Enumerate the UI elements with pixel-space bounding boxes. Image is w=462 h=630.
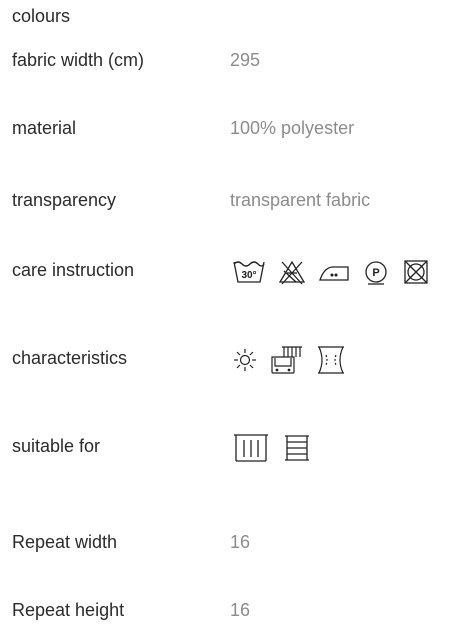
material-label: material <box>12 118 77 138</box>
flame-retardant-icon <box>316 345 346 375</box>
colours-label: colours <box>12 6 71 26</box>
fabric-width-value: 295 <box>230 50 261 70</box>
care-instruction-row: care instruction 30° P <box>12 260 452 290</box>
characteristics-label: characteristics <box>12 348 128 368</box>
repeat-width-row: Repeat width 16 <box>12 532 452 562</box>
material-value: 100% polyester <box>230 118 355 138</box>
suitable-for-icons <box>232 430 312 466</box>
light-fast-icon <box>232 346 258 374</box>
wash-temp-text: 30° <box>241 270 256 281</box>
repeat-height-row: Repeat height 16 <box>12 600 452 630</box>
repeat-width-value: 16 <box>230 532 251 552</box>
repeat-width-label: Repeat width <box>12 532 118 552</box>
characteristics-icons <box>232 342 346 378</box>
transparency-label: transparency <box>12 190 117 210</box>
characteristics-row: characteristics <box>12 346 452 378</box>
iron-low-icon <box>318 258 350 286</box>
roller-blind-icon <box>282 432 312 464</box>
suitable-for-row: suitable for <box>12 434 452 466</box>
suitable-for-label: suitable for <box>12 436 101 456</box>
material-row: material 100% polyester <box>12 118 452 148</box>
curtain-icon <box>232 432 270 464</box>
product-spec-table: colours fabric width (cm) 295 material 1… <box>0 0 462 627</box>
transparency-value: transparent fabric <box>230 190 371 210</box>
transparency-row: transparency transparent fabric <box>12 190 452 220</box>
care-instruction-label: care instruction <box>12 260 135 280</box>
no-tumble-dry-icon <box>402 258 430 286</box>
colours-row: colours <box>12 6 452 36</box>
wash-30-icon: 30° <box>232 258 266 286</box>
care-icons: 30° P <box>232 254 430 290</box>
repeat-height-label: Repeat height <box>12 600 125 620</box>
fabric-width-label: fabric width (cm) <box>12 50 145 70</box>
dryclean-letter-text: P <box>372 267 379 279</box>
dry-clean-p-icon: P <box>362 258 390 286</box>
no-bleach-icon <box>278 258 306 286</box>
repeat-height-value: 16 <box>230 600 251 620</box>
washable-curtain-icon <box>270 345 304 375</box>
fabric-width-row: fabric width (cm) 295 <box>12 50 452 80</box>
